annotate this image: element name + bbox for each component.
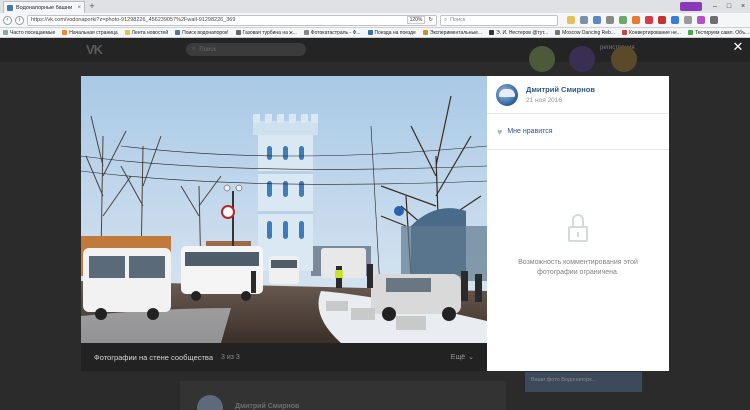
bookmark-icon <box>422 30 428 35</box>
photo[interactable] <box>81 76 487 343</box>
photo-counter: 3 из 3 <box>221 353 240 361</box>
sync-icon[interactable] <box>619 16 627 24</box>
bookmark-item[interactable]: Экспериментальные... <box>422 30 482 36</box>
browser-search-placeholder: Поиск <box>450 17 466 23</box>
bookmark-item[interactable]: Поезда на поезде <box>367 30 416 36</box>
album-link[interactable]: Фотографии на стене сообщества <box>94 353 213 362</box>
screenshot-icon[interactable] <box>684 16 692 24</box>
background-thumbnail <box>569 46 595 72</box>
bookmark-item[interactable]: Поиск водонапорок! <box>175 30 229 36</box>
profile-icon[interactable] <box>697 16 705 24</box>
post-date[interactable]: 21 ноя 2016 <box>526 97 595 104</box>
photo-sidebar: Дмитрий Смирнов 21 ноя 2016 ♥ Мне нравит… <box>487 76 669 371</box>
search-icon: ⌕ <box>192 46 196 52</box>
bookmark-item[interactable]: Часто посещаемые <box>3 30 55 36</box>
bookmark-item[interactable]: Газовая турбина на ж... <box>235 30 297 36</box>
bookmark-icon <box>62 30 68 35</box>
adblock-icon[interactable] <box>658 16 666 24</box>
bookmark-icon <box>367 30 373 35</box>
background-post-card <box>180 381 506 410</box>
toolbar-icons <box>567 16 718 24</box>
more-button[interactable]: Ещё ⌄ <box>450 353 474 362</box>
maximize-icon[interactable]: □ <box>722 3 736 10</box>
chevron-down-icon: ⌄ <box>468 354 474 361</box>
browser-tab[interactable]: Водонапорные башни Росс × <box>3 1 85 13</box>
star-icon[interactable] <box>567 16 575 24</box>
bookmark-icon <box>303 30 309 35</box>
download-icon[interactable] <box>593 16 601 24</box>
background-thumbnail <box>529 46 555 72</box>
bookmark-item[interactable]: Тестируем самл. Объ... <box>687 30 749 36</box>
photo-info-bar: Фотографии на стене сообщества 3 из 3 Ещ… <box>81 343 487 371</box>
close-window-icon[interactable]: × <box>736 3 750 10</box>
bookmark-icon <box>235 30 241 35</box>
library-icon[interactable] <box>580 16 588 24</box>
tab-title: Водонапорные башни Росс <box>16 4 74 11</box>
like-button[interactable]: ♥ Мне нравится <box>487 114 669 150</box>
vk-search-placeholder: Поиск <box>199 46 217 53</box>
extension-icon[interactable] <box>671 16 679 24</box>
vk-logo[interactable]: VK <box>86 42 103 57</box>
addon-icon[interactable] <box>632 16 640 24</box>
water-tower-photo <box>81 76 487 343</box>
address-bar[interactable]: https://vk.com/vodonaporki?z=photo-91298… <box>27 14 437 26</box>
reload-icon[interactable]: ↻ <box>428 17 433 23</box>
bookmarks-bar: Часто посещаемые Начальная страница Лент… <box>0 28 750 38</box>
vk-favicon-icon <box>7 4 13 11</box>
lock-icon <box>568 214 588 242</box>
bookmark-item[interactable]: Фотокатастраль - Ф... <box>303 30 361 36</box>
bookmark-icon <box>621 30 627 35</box>
bookmark-item[interactable]: Лента новостей <box>124 30 168 36</box>
bookmark-item[interactable]: Э. И. Нестеров @тут... <box>489 30 548 36</box>
bookmark-icon <box>687 30 693 35</box>
home-icon[interactable] <box>606 16 614 24</box>
comments-disabled-block: Возможность комментирования этой фотогра… <box>487 214 669 278</box>
bookmark-item[interactable]: Начальная страница <box>62 30 118 36</box>
author-name[interactable]: Дмитрий Смирнов <box>526 85 595 94</box>
more-label: Ещё <box>450 353 466 361</box>
bookmark-icon <box>555 30 561 35</box>
bookmark-icon <box>124 30 130 35</box>
minimize-icon[interactable]: – <box>708 3 722 10</box>
like-label: Мне нравится <box>507 128 553 135</box>
bookmark-icon <box>3 30 8 35</box>
back-icon[interactable]: ‹ <box>3 15 12 25</box>
vk-search-input[interactable]: ⌕ Поиск <box>186 43 306 56</box>
zoom-level[interactable]: 120% <box>406 16 426 24</box>
close-tab-icon[interactable]: × <box>77 5 81 11</box>
vk-header <box>0 38 750 62</box>
author-block: Дмитрий Смирнов 21 ноя 2016 <box>487 76 669 114</box>
pocket-icon[interactable] <box>645 16 653 24</box>
bookmark-icon <box>489 30 495 35</box>
heart-icon: ♥ <box>497 126 503 137</box>
bookmark-icon <box>175 30 181 35</box>
background-album-title: Ваши фото Водонапорк... <box>531 377 597 383</box>
avatar-image <box>499 88 515 97</box>
photo-viewer: Фотографии на стене сообщества 3 из 3 Ещ… <box>81 76 669 371</box>
search-icon: ⌕ <box>444 16 448 23</box>
bookmark-item[interactable]: Конвертирование не... <box>621 30 681 36</box>
avatar[interactable] <box>496 83 518 106</box>
bookmark-item[interactable]: Moscow Dancing Reb... <box>555 30 615 36</box>
browser-nav-bar: ‹ i https://vk.com/vodonaporki?z=photo-9… <box>0 13 750 28</box>
browser-menu-pill-icon[interactable] <box>680 2 702 11</box>
browser-tab-bar: Водонапорные башни Росс × + – □ × <box>0 0 750 13</box>
browser-search-input[interactable]: ⌕ Поиск <box>440 14 558 26</box>
new-tab-button[interactable]: + <box>87 2 97 12</box>
address-url: https://vk.com/vodonaporki?z=photo-91298… <box>31 17 236 23</box>
menu-icon[interactable] <box>710 16 718 24</box>
comments-disabled-message: Возможность комментирования этой фотогра… <box>518 259 638 276</box>
info-icon[interactable]: i <box>15 15 24 25</box>
background-author-name: Дмитрий Смирнов <box>235 403 300 410</box>
close-viewer-icon[interactable]: ✕ <box>731 40 745 54</box>
background-thumbnail <box>611 46 637 72</box>
